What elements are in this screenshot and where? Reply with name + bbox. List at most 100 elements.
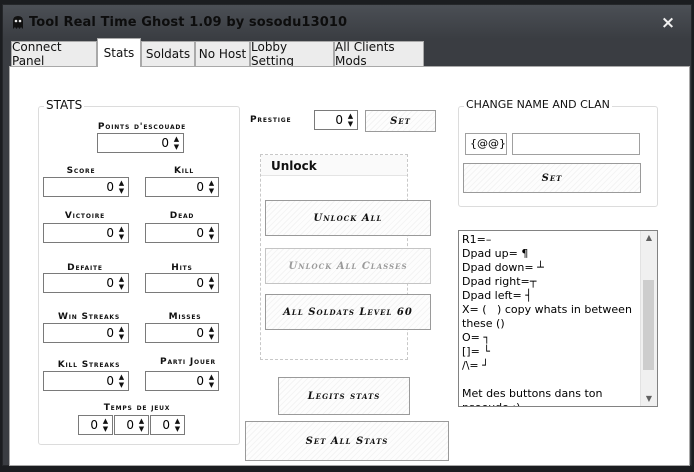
parti-jouer-label: Parti Jouer [160,357,216,367]
arrow-down-icon[interactable]: ▼ [137,425,146,433]
arrow-up-icon[interactable]: ▲ [117,225,126,233]
prestige-label: Prestige [250,115,292,125]
points-escouade-input[interactable]: 0 ▲ ▼ [97,133,184,153]
arrow-down-icon[interactable]: ▼ [101,425,110,433]
arrow-down-icon[interactable]: ▼ [207,381,216,389]
points-escouade-label: Points d'escouade [97,122,187,132]
temps-de-jeux-label: Temps de jeux [103,403,171,413]
notes-text: R1=– Dpad up= ¶ Dpad down= ┴ Dpad right=… [462,233,632,406]
window-title: Tool Real Time Ghost 1.09 by sosodu13010 [29,15,348,30]
player-name-input[interactable] [512,133,640,155]
defaite-input[interactable]: 0 ▲ ▼ [43,273,129,293]
legits-stats-button[interactable]: Legits stats [278,377,410,415]
prestige-input[interactable]: 0 ▲ ▼ [314,110,358,130]
misses-label: Misses [168,312,202,322]
temps-minutes-input[interactable]: 0 ▲ ▼ [114,415,149,435]
arrow-down-icon[interactable]: ▼ [346,120,355,128]
kill-streaks-value: 0 [106,374,114,388]
victoire-label: Victoire [64,211,106,221]
tab-soldats[interactable]: Soldats [141,41,195,66]
close-icon[interactable]: × [657,14,679,32]
parti-jouer-value: 0 [196,374,204,388]
arrow-up-icon[interactable]: ▲ [172,135,181,143]
score-label: Score [66,166,96,176]
arrow-up-icon[interactable]: ▲ [346,112,355,120]
kill-label: Kill [173,166,195,176]
dead-label: Dead [169,211,195,221]
notes-textarea[interactable]: R1=– Dpad up= ¶ Dpad down= ┴ Dpad right=… [458,230,658,407]
kill-streaks-input[interactable]: 0 ▲ ▼ [43,371,129,391]
temps-hours-value: 0 [90,418,98,432]
misses-value: 0 [196,326,204,340]
arrow-down-icon[interactable]: ▼ [117,333,126,341]
stats-tab-page: STATS Points d'escouade 0 ▲ ▼ Score 0 ▲ ▼ … [9,66,690,466]
victoire-input[interactable]: 0 ▲ ▼ [43,223,129,243]
arrow-up-icon[interactable]: ▲ [117,373,126,381]
temps-minutes-value: 0 [126,418,134,432]
scrollbar-thumb[interactable] [643,280,654,370]
victoire-value: 0 [106,226,114,240]
points-escouade-value: 0 [161,136,169,150]
arrow-up-icon[interactable]: ▲ [207,225,216,233]
arrow-up-icon[interactable]: ▲ [207,275,216,283]
arrow-down-icon[interactable]: ▼ [117,233,126,241]
parti-jouer-input[interactable]: 0 ▲ ▼ [145,371,219,391]
dead-input[interactable]: 0 ▲ ▼ [145,223,219,243]
prestige-value: 0 [335,113,343,127]
arrow-up-icon[interactable]: ▲ [207,179,216,187]
arrow-up-icon[interactable]: ▲ [117,179,126,187]
tab-no-host[interactable]: No Host [195,41,250,66]
arrow-up-icon[interactable]: ▲ [173,417,182,425]
change-name-title: CHANGE NAME AND CLAN [464,98,612,111]
kill-streaks-label: Kill Streaks [57,360,121,370]
arrow-up-icon[interactable]: ▲ [101,417,110,425]
arrow-up-icon[interactable]: ▲ [117,275,126,283]
score-input[interactable]: 0 ▲ ▼ [43,177,129,197]
arrow-down-icon[interactable]: ▼ [117,187,126,195]
temps-seconds-input[interactable]: 0 ▲ ▼ [150,415,185,435]
tab-lobby-setting[interactable]: Lobby Setting [250,40,334,68]
all-soldats-level-60-button[interactable]: All Soldats Level 60 [265,294,431,330]
unlock-all-classes-button[interactable]: Unlock All Classes [265,248,431,284]
win-streaks-input[interactable]: 0 ▲ ▼ [43,323,129,343]
scroll-up-icon[interactable]: ▲ [641,231,657,245]
tab-connect-panel[interactable]: Connect Panel [11,40,97,68]
defaite-label: Defaite [67,263,103,273]
unlock-all-button[interactable]: Unlock All [265,200,431,236]
change-name-set-button[interactable]: Set [463,163,641,193]
arrow-down-icon[interactable]: ▼ [117,381,126,389]
tab-all-clients-mods[interactable]: All Clients Mods [334,40,424,68]
arrow-down-icon[interactable]: ▼ [117,283,126,291]
clan-tag-input[interactable]: {@@} [465,133,507,155]
score-value: 0 [106,180,114,194]
tab-stats[interactable]: Stats [97,38,141,67]
hits-input[interactable]: 0 ▲ ▼ [145,273,219,293]
ghost-icon [13,16,23,29]
scroll-down-icon[interactable]: ▼ [641,392,657,406]
notes-scrollbar[interactable]: ▲ ▼ [640,231,657,406]
title-bar[interactable]: Tool Real Time Ghost 1.09 by sosodu13010… [3,5,691,39]
unlock-title: Unlock [271,159,317,173]
temps-seconds-value: 0 [162,418,170,432]
arrow-down-icon[interactable]: ▼ [207,283,216,291]
set-all-stats-button[interactable]: Set All Stats [245,421,449,461]
hits-value: 0 [196,276,204,290]
stats-group-title: STATS [44,98,85,112]
arrow-up-icon[interactable]: ▲ [207,373,216,381]
dead-value: 0 [196,226,204,240]
arrow-down-icon[interactable]: ▼ [172,143,181,151]
arrow-up-icon[interactable]: ▲ [137,417,146,425]
prestige-set-button[interactable]: Set [365,110,436,132]
defaite-value: 0 [106,276,114,290]
arrow-down-icon[interactable]: ▼ [207,187,216,195]
arrow-down-icon[interactable]: ▼ [207,333,216,341]
misses-input[interactable]: 0 ▲ ▼ [145,323,219,343]
kill-input[interactable]: 0 ▲ ▼ [145,177,219,197]
hits-label: Hits [171,263,193,273]
arrow-down-icon[interactable]: ▼ [207,233,216,241]
kill-value: 0 [196,180,204,194]
arrow-up-icon[interactable]: ▲ [207,325,216,333]
temps-hours-input[interactable]: 0 ▲ ▼ [78,415,113,435]
arrow-up-icon[interactable]: ▲ [117,325,126,333]
arrow-down-icon[interactable]: ▼ [173,425,182,433]
